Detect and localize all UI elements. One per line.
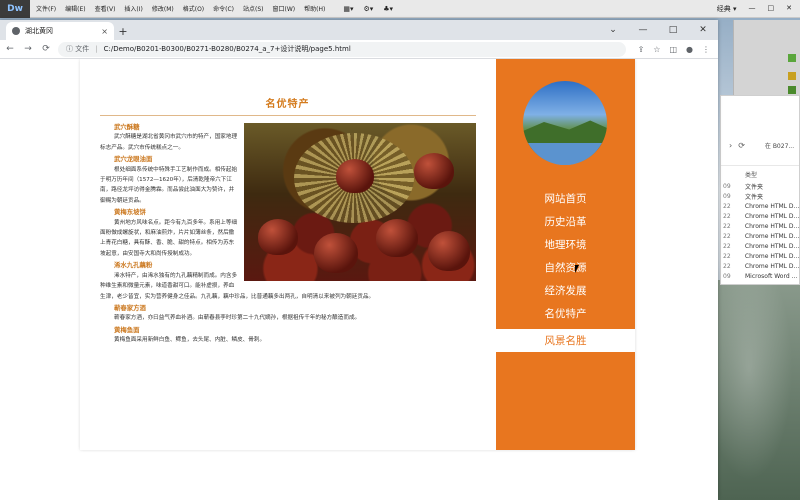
tab-search-icon[interactable]: ⌄ xyxy=(598,20,628,40)
dw-menu-insert[interactable]: 插入(I) xyxy=(124,4,142,13)
avatar-lake xyxy=(523,143,607,165)
web-page: 名优特产 武穴酥糖 武穴酥糖是湖北省黄冈市武穴市的特产，国家地理标志产品。武穴市… xyxy=(80,59,635,450)
dreamweaver-menu: 文件(F) 编辑(E) 查看(V) 插入(I) 修改(M) 格式(O) 命令(C… xyxy=(30,4,325,13)
forward-icon[interactable]: → xyxy=(22,44,34,54)
panel-icon[interactable] xyxy=(788,72,796,80)
mouse-cursor-icon xyxy=(575,265,579,273)
dw-toolbar: ▦▾ ⚙▾ ♣▾ xyxy=(343,5,393,13)
nav-item-home[interactable]: 网站首页 xyxy=(496,187,635,210)
address-bar[interactable]: ⓘ 文件 | C:/Demo/B0201-B0300/B0271-B0280/B… xyxy=(58,41,626,57)
sidebar-nav: 网站首页 历史沿革 地理环境 自然资源 经济发展 名优特产 风景名胜 xyxy=(496,187,635,352)
list-item[interactable]: 09 Microsoft Word ... xyxy=(721,271,799,281)
page-title: 名优特产 xyxy=(265,99,310,110)
sidebar: 网站首页 历史沿革 地理环境 自然资源 经济发展 名优特产 风景名胜 xyxy=(496,59,635,450)
chestnut xyxy=(336,159,374,193)
minimize-button[interactable]: — xyxy=(628,20,658,40)
explorer-search[interactable]: 在 B027... xyxy=(765,141,794,150)
wallpaper-tree xyxy=(715,280,800,500)
profile-avatar-icon[interactable]: ● xyxy=(686,45,693,54)
title-divider xyxy=(100,115,476,116)
chestnut xyxy=(258,219,298,255)
dw-window-controls: 经典 ▾ — □ ✕ xyxy=(717,4,800,14)
share-icon[interactable]: ⇪ xyxy=(638,45,645,54)
gear-icon[interactable]: ⚙▾ xyxy=(363,5,373,13)
nav-item-resources[interactable]: 自然资源 xyxy=(496,256,635,279)
close-button[interactable]: ✕ xyxy=(688,20,718,40)
bookmark-star-icon[interactable]: ☆ xyxy=(653,45,660,54)
dw-menu-modify[interactable]: 修改(M) xyxy=(152,4,174,13)
reload-icon[interactable]: ⟳ xyxy=(40,44,52,54)
section-heading: 蕲春家方酒 xyxy=(114,303,146,312)
chestnut xyxy=(428,231,470,271)
nav-item-geography[interactable]: 地理环境 xyxy=(496,233,635,256)
tab-strip: 湖北黄冈 × + ⌄ — □ ✕ xyxy=(0,20,718,40)
browser-window-controls: ⌄ — □ ✕ xyxy=(598,20,718,40)
dw-close-button[interactable]: ✕ xyxy=(786,4,792,14)
chestnut-photo xyxy=(244,123,476,281)
browser-toolbar: ← → ⟳ ⓘ 文件 | C:/Demo/B0201-B0300/B0271-B… xyxy=(0,40,718,59)
dreamweaver-menubar: Dw 文件(F) 编辑(E) 查看(V) 插入(I) 修改(M) 格式(O) 命… xyxy=(0,0,800,18)
list-item[interactable]: 22 Chrome HTML D... xyxy=(721,231,799,241)
dw-menu-commands[interactable]: 命令(C) xyxy=(213,4,234,13)
section-text: 蕲春家方酒，亦曰益气养血补酒。由蕲春县李时珍第二十九代嫡孙，根据祖传千年的秘方酿… xyxy=(114,315,361,322)
address-url: C:/Demo/B0201-B0300/B0271-B0280/B0274_a_… xyxy=(103,45,351,53)
dreamweaver-logo: Dw xyxy=(0,0,30,18)
dw-minimize-button[interactable]: — xyxy=(749,4,756,14)
dw-maximize-button[interactable]: □ xyxy=(768,4,775,14)
dw-menu-window[interactable]: 窗口(W) xyxy=(273,4,296,13)
layout-icon[interactable]: ▦▾ xyxy=(343,5,353,13)
refresh-icon[interactable]: ⟳ xyxy=(738,141,745,150)
address-separator: | xyxy=(95,45,98,53)
browser-window: 湖北黄冈 × + ⌄ — □ ✕ ← → ⟳ ⓘ 文件 | C:/Demo/B0… xyxy=(0,20,718,500)
list-item[interactable]: 22 Chrome HTML D... xyxy=(721,241,799,251)
landscape-avatar xyxy=(523,81,607,165)
list-item[interactable]: 09 文件夹 xyxy=(721,191,799,201)
dw-menu-file[interactable]: 文件(F) xyxy=(36,4,56,13)
chestnut xyxy=(314,233,358,273)
explorer-column-type[interactable]: 类型 xyxy=(721,166,799,181)
tab-title: 湖北黄冈 xyxy=(25,27,53,35)
dw-menu-edit[interactable]: 编辑(E) xyxy=(65,4,85,13)
globe-icon xyxy=(12,27,20,35)
chevron-right-icon[interactable]: › xyxy=(729,141,732,150)
side-panel-icon[interactable]: ◫ xyxy=(669,45,677,54)
dw-menu-view[interactable]: 查看(V) xyxy=(95,4,116,13)
section-text: 黄梅鱼面采用新鲜白鱼、鳏鱼，去头尾、内脏、鳞皮、骨刺。 xyxy=(114,337,266,344)
article-content: 武穴酥糖 武穴酥糖是湖北省黄冈市武穴市的特产，国家地理标志产品。武穴市传统糕点之… xyxy=(100,121,476,346)
browser-toolbar-icons: ⇪ ☆ ◫ ● ⋮ xyxy=(638,45,718,54)
list-item[interactable]: 22 Chrome HTML D... xyxy=(721,251,799,261)
maximize-button[interactable]: □ xyxy=(658,20,688,40)
page-viewport: 名优特产 武穴酥糖 武穴酥糖是湖北省黄冈市武穴市的特产，国家地理标志产品。武穴市… xyxy=(0,59,718,500)
explorer-nav: › ⟳ 在 B027... xyxy=(721,126,799,166)
new-tab-button[interactable]: + xyxy=(114,22,132,40)
nav-item-scenery[interactable]: 风景名胜 xyxy=(496,329,635,352)
extensions-icon[interactable]: ♣▾ xyxy=(383,5,393,13)
back-icon[interactable]: ← xyxy=(4,44,16,54)
dw-menu-site[interactable]: 站点(S) xyxy=(243,4,264,13)
list-item[interactable]: 22 Chrome HTML D... xyxy=(721,261,799,271)
site-info-label[interactable]: ⓘ 文件 xyxy=(66,44,89,54)
workspace-switcher[interactable]: 经典 ▾ xyxy=(717,4,737,14)
nav-item-specialties[interactable]: 名优特产 xyxy=(496,302,635,325)
section-heading: 黄梅鱼面 xyxy=(114,325,140,334)
more-menu-icon[interactable]: ⋮ xyxy=(702,45,710,54)
list-item[interactable]: 09 文件夹 xyxy=(721,181,799,191)
nav-item-history[interactable]: 历史沿革 xyxy=(496,210,635,233)
dw-menu-format[interactable]: 格式(O) xyxy=(183,4,204,13)
tab-hubei-huanggang[interactable]: 湖北黄冈 × xyxy=(6,22,114,40)
panel-icon[interactable] xyxy=(788,54,796,62)
nav-item-economy[interactable]: 经济发展 xyxy=(496,279,635,302)
list-item[interactable]: 22 Chrome HTML D... xyxy=(721,201,799,211)
chestnut xyxy=(414,153,454,189)
file-explorer-window: › ⟳ 在 B027... 类型 09 文件夹 09 文件夹 22 Chrome HT… xyxy=(720,95,800,285)
panel-icon[interactable] xyxy=(788,86,796,94)
list-item[interactable]: 22 Chrome HTML D... xyxy=(721,221,799,231)
close-icon[interactable]: × xyxy=(101,27,108,36)
chestnut xyxy=(376,219,418,257)
list-item[interactable]: 22 Chrome HTML D... xyxy=(721,211,799,221)
dw-menu-help[interactable]: 帮助(H) xyxy=(304,4,325,13)
dw-side-panel xyxy=(733,20,800,95)
